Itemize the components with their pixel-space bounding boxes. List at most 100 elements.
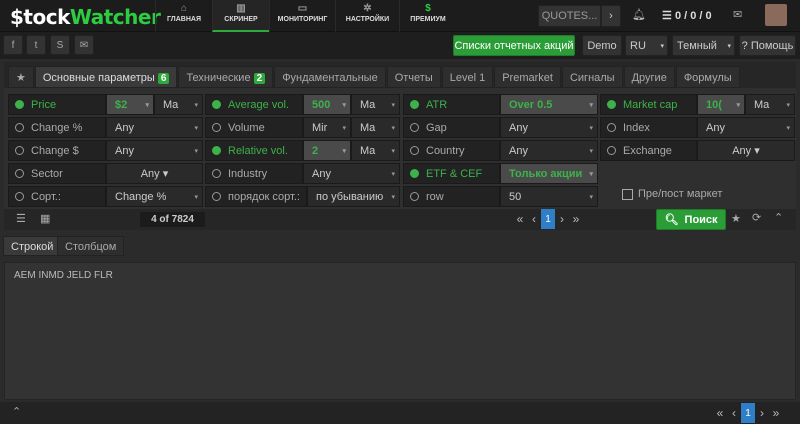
collapse-icon[interactable]: ⌃ xyxy=(774,211,783,224)
mail-icon[interactable]: ✉ xyxy=(733,8,742,21)
filter-chg-toggle[interactable]: Change % xyxy=(8,117,106,138)
favorites-tab[interactable]: ★ xyxy=(8,66,34,88)
tab-basic[interactable]: Основные параметры 6 xyxy=(34,66,178,88)
filter-order-toggle[interactable]: порядок сорт.: xyxy=(205,186,307,207)
tab-formulas[interactable]: Формулы xyxy=(675,66,740,88)
tab-technical[interactable]: Технические 2 xyxy=(178,66,274,88)
filter-mcap-max[interactable]: Ma ▾ xyxy=(745,94,795,115)
filter-price: Price $2 ▾ Ma ▾ xyxy=(8,94,203,115)
filter-exchange-select[interactable]: Any ▾ xyxy=(697,140,795,161)
next-page-button[interactable]: › xyxy=(755,403,769,423)
nav-settings[interactable]: ✲ НАСТРОЙКИ xyxy=(335,0,399,32)
filter-sort-select[interactable]: Change % ▾ xyxy=(106,186,203,207)
tab-fundamental[interactable]: Фундаментальные xyxy=(274,66,386,88)
refresh-icon[interactable]: ⟳ xyxy=(752,211,761,224)
filter-row: row 50 ▾ xyxy=(403,186,598,207)
filter-country-select[interactable]: Any ▾ xyxy=(500,140,598,161)
result-count: 4 of 7824 xyxy=(140,212,205,227)
bell-icon[interactable]: 🔔︎ xyxy=(632,8,646,21)
filter-order-select[interactable]: по убыванию ▾ xyxy=(307,186,400,207)
tab-columns[interactable]: Столбцом xyxy=(57,236,125,256)
language-select[interactable]: RU ▾ xyxy=(625,35,668,56)
twitter-icon[interactable]: t xyxy=(26,35,46,55)
filter-relvol-min[interactable]: 2 ▾ xyxy=(303,140,351,161)
filter-chgd-toggle[interactable]: Change $ xyxy=(8,140,106,161)
filter-atr-select[interactable]: Over 0.5 ▾ xyxy=(500,94,598,115)
tab-premarket[interactable]: Premarket xyxy=(494,66,561,88)
reports-list-button[interactable]: Списки отчетных акций xyxy=(453,35,575,56)
filter-atr-toggle[interactable]: ATR xyxy=(403,94,500,115)
filter-relvol-max[interactable]: Ma ▾ xyxy=(351,140,400,161)
scroll-top-icon[interactable]: ⌃ xyxy=(12,405,21,418)
output-area[interactable]: AEM INMD JELD FLR xyxy=(4,262,796,400)
filter-volume-max[interactable]: Ma ▾ xyxy=(351,117,400,138)
filter-index-select[interactable]: Any ▾ xyxy=(697,117,795,138)
list-view-icon[interactable]: ☰ xyxy=(16,212,26,225)
demo-button[interactable]: Demo xyxy=(582,35,622,56)
filter-index-toggle[interactable]: Index xyxy=(600,117,697,138)
last-page-button[interactable]: » xyxy=(769,403,783,423)
filter-avgvol-max[interactable]: Ma ▾ xyxy=(351,94,400,115)
nav-home[interactable]: ⌂ ГЛАВНАЯ xyxy=(155,0,212,32)
prev-page-button[interactable]: ‹ xyxy=(527,209,541,229)
filter-sector-select[interactable]: Any ▾ xyxy=(106,163,203,184)
skype-icon[interactable]: S xyxy=(50,35,70,55)
grid-view-icon[interactable]: ▦ xyxy=(40,212,50,225)
filter-sort-toggle[interactable]: Сорт.: xyxy=(8,186,106,207)
tab-signals[interactable]: Сигналы xyxy=(561,66,623,88)
filter-chgd: Change $ Any ▾ xyxy=(8,140,203,161)
star-icon[interactable]: ★ xyxy=(731,212,741,225)
filter-row-toggle[interactable]: row xyxy=(403,186,500,207)
filter-price-min[interactable]: $2 ▾ xyxy=(106,94,154,115)
filter-industry-select[interactable]: Any ▾ xyxy=(303,163,400,184)
prepost-checkbox[interactable]: Пре/пост маркет xyxy=(622,188,722,200)
filter-mcap-toggle[interactable]: Market cap xyxy=(600,94,697,115)
filter-row-select[interactable]: 50 ▾ xyxy=(500,186,598,207)
quotes-input[interactable]: QUOTES... xyxy=(538,5,601,27)
nav-monitoring[interactable]: ▭ МОНИТОРИНГ xyxy=(269,0,335,32)
mail-share-icon[interactable]: ✉ xyxy=(74,35,94,55)
filter-gap: Gap Any ▾ xyxy=(403,117,598,138)
search-button[interactable]: 🔍︎ Поиск xyxy=(656,209,726,230)
filter-chgd-select[interactable]: Any ▾ xyxy=(106,140,203,161)
filter-volume-min[interactable]: Mir ▾ xyxy=(303,117,351,138)
first-page-button[interactable]: « xyxy=(513,209,527,229)
tab-level1[interactable]: Level 1 xyxy=(441,66,494,88)
filter-relvol-toggle[interactable]: Relative vol. xyxy=(205,140,303,161)
filter-mcap-min[interactable]: 10(▾ xyxy=(697,94,745,115)
filter-exchange-toggle[interactable]: Exchange xyxy=(600,140,697,161)
next-page-button[interactable]: › xyxy=(555,209,569,229)
filter-country-toggle[interactable]: Country xyxy=(403,140,500,161)
counters[interactable]: ☰ 0 / 0 / 0 xyxy=(662,9,712,22)
filter-volume-toggle[interactable]: Volume xyxy=(205,117,303,138)
avatar[interactable] xyxy=(765,4,787,26)
filter-industry-toggle[interactable]: Industry xyxy=(205,163,303,184)
prev-page-button[interactable]: ‹ xyxy=(727,403,741,423)
filter-price-toggle[interactable]: Price xyxy=(8,94,106,115)
page-1[interactable]: 1 xyxy=(541,209,555,229)
filter-etf-select[interactable]: Только акции ▾ xyxy=(500,163,598,184)
filter-avgvol-toggle[interactable]: Average vol. xyxy=(205,94,303,115)
quotes-go-button[interactable]: › xyxy=(601,5,621,27)
nav-screener[interactable]: ▥ СКРИНЕР xyxy=(212,0,269,32)
logo[interactable]: $tockWatcher xyxy=(10,5,161,29)
nav-premium[interactable]: $ ПРЕМИУМ xyxy=(399,0,456,32)
filter-sector-toggle[interactable]: Sector xyxy=(8,163,106,184)
filter-gap-select[interactable]: Any ▾ xyxy=(500,117,598,138)
first-page-button[interactable]: « xyxy=(713,403,727,423)
filter-etf-toggle[interactable]: ETF & CEF xyxy=(403,163,500,184)
last-page-button[interactable]: » xyxy=(569,209,583,229)
tab-other[interactable]: Другие xyxy=(623,66,675,88)
tab-rows[interactable]: Строкой xyxy=(3,236,62,256)
tab-reports[interactable]: Отчеты xyxy=(386,66,441,88)
filter-gap-toggle[interactable]: Gap xyxy=(403,117,500,138)
page-1[interactable]: 1 xyxy=(741,403,755,423)
help-button[interactable]: ? Помощь xyxy=(739,35,796,56)
filter-avgvol-min[interactable]: 500 ▾ xyxy=(303,94,351,115)
filter-chg-select[interactable]: Any ▾ xyxy=(106,117,203,138)
theme-select[interactable]: Темный ▾ xyxy=(672,35,735,56)
facebook-icon[interactable]: f xyxy=(3,35,23,55)
home-icon: ⌂ xyxy=(180,3,188,14)
filter-price-max[interactable]: Ma ▾ xyxy=(154,94,203,115)
filter-order: порядок сорт.: по убыванию ▾ xyxy=(205,186,400,207)
